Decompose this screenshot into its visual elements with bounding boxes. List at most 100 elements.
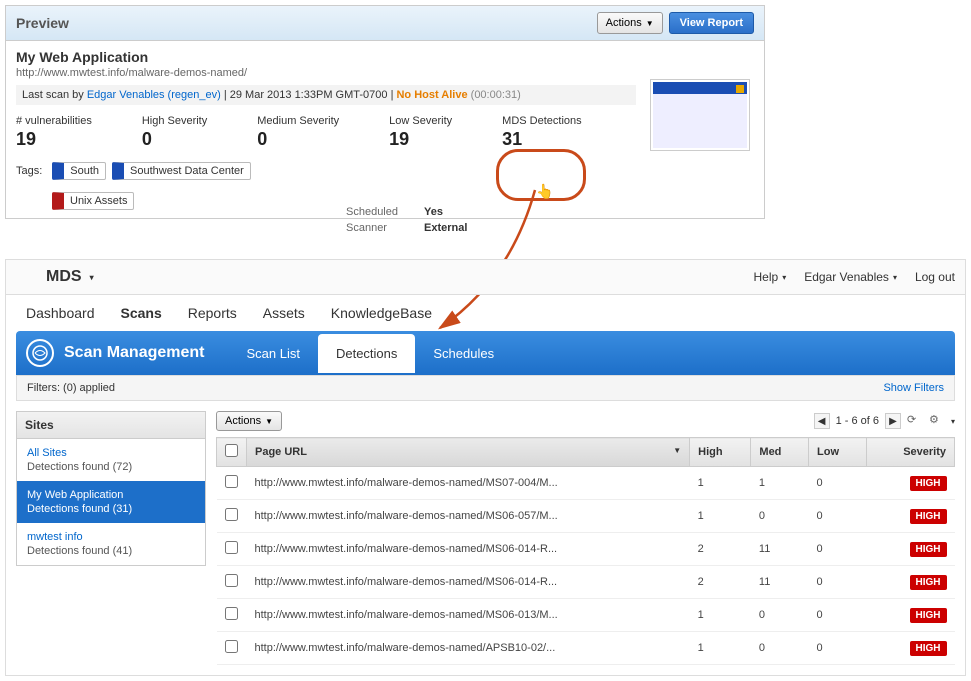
gear-icon[interactable]: ⚙ [929, 413, 945, 429]
cell-high: 1 [690, 632, 751, 665]
detections-table-area: Actions ▼ ◀ 1 - 6 of 6 ▶ ⟳ ⚙ ▾ Page URL … [216, 411, 955, 665]
nav-assets[interactable]: Assets [263, 305, 305, 321]
row-checkbox[interactable] [225, 574, 238, 587]
user-menu[interactable]: Edgar Venables ▾ [804, 270, 897, 284]
site-name: All Sites [27, 447, 195, 459]
stats-row: # vulnerabilities 19 High Severity 0 Med… [16, 115, 754, 150]
table-row[interactable]: http://www.mwtest.info/malware-demos-nam… [217, 599, 955, 632]
tab-detections[interactable]: Detections [318, 334, 415, 373]
preview-panel: Preview Actions ▼ View Report My Web App… [5, 5, 765, 219]
actions-label: Actions [225, 415, 261, 427]
severity-badge: HIGH [910, 575, 947, 590]
stat-label: # vulnerabilities [16, 115, 92, 127]
chevron-down-icon: ▾ [893, 273, 897, 282]
stat-value: 19 [16, 129, 92, 150]
table-row[interactable]: http://www.mwtest.info/malware-demos-nam… [217, 467, 955, 500]
row-checkbox[interactable] [225, 607, 238, 620]
site-name: mwtest info [27, 531, 195, 543]
site-name: My Web Application [27, 489, 195, 501]
stat-label: High Severity [142, 115, 207, 127]
logout-link[interactable]: Log out [915, 270, 955, 284]
nav-knowledgebase[interactable]: KnowledgeBase [331, 305, 432, 321]
row-checkbox[interactable] [225, 640, 238, 653]
table-row[interactable]: http://www.mwtest.info/malware-demos-nam… [217, 500, 955, 533]
pager-text: 1 - 6 of 6 [836, 415, 879, 427]
nav-dashboard[interactable]: Dashboard [26, 305, 95, 321]
nav-scans[interactable]: Scans [121, 305, 162, 321]
scan-date: 29 Mar 2013 1:33PM GMT-0700 [230, 89, 388, 101]
chevron-down-icon: ▼ [265, 417, 273, 426]
row-checkbox[interactable] [225, 508, 238, 521]
select-all-checkbox[interactable] [225, 444, 238, 457]
stat-value: 0 [142, 129, 207, 150]
row-checkbox[interactable] [225, 475, 238, 488]
cell-med: 0 [751, 632, 809, 665]
stat-mds-detections[interactable]: MDS Detections 31 [502, 115, 581, 150]
chevron-down-icon[interactable]: ▾ [951, 417, 955, 426]
tag[interactable]: Unix Assets [52, 192, 134, 210]
show-filters-link[interactable]: Show Filters [883, 382, 944, 394]
help-menu[interactable]: Help ▾ [754, 270, 787, 284]
cell-url: http://www.mwtest.info/malware-demos-nam… [247, 599, 690, 632]
site-count: Detections found (41) [27, 545, 195, 557]
table-row[interactable]: http://www.mwtest.info/malware-demos-nam… [217, 632, 955, 665]
tag[interactable]: South [52, 162, 106, 180]
site-item-all[interactable]: All Sites Detections found (72) [17, 439, 205, 481]
severity-badge: HIGH [910, 476, 947, 491]
stat-high: High Severity 0 [142, 115, 207, 150]
stat-low: Low Severity 19 [389, 115, 452, 150]
site-item-mwtest[interactable]: mwtest info Detections found (41) [17, 523, 205, 565]
refresh-icon[interactable]: ⟳ [907, 413, 923, 429]
preview-header: Preview Actions ▼ View Report [6, 6, 764, 41]
cell-high: 1 [690, 467, 751, 500]
cell-med: 11 [751, 533, 809, 566]
nav-reports[interactable]: Reports [188, 305, 237, 321]
cell-low: 0 [809, 500, 867, 533]
cell-low: 0 [809, 599, 867, 632]
actions-button[interactable]: Actions ▼ [597, 12, 663, 34]
col-severity[interactable]: Severity [866, 438, 954, 467]
pager-next[interactable]: ▶ [885, 413, 901, 429]
table-row[interactable]: http://www.mwtest.info/malware-demos-nam… [217, 566, 955, 599]
meta-info: ScheduledYes ScannerExternal [346, 206, 467, 238]
col-low[interactable]: Low [809, 438, 867, 467]
tag[interactable]: Southwest Data Center [112, 162, 251, 180]
last-scan-info: Last scan by Edgar Venables (regen_ev) |… [16, 85, 636, 105]
page-header-bar: Scan Management Scan List Detections Sch… [16, 331, 955, 375]
brand-label[interactable]: MDS [46, 268, 82, 286]
help-label: Help [754, 270, 779, 284]
scan-user-link[interactable]: Edgar Venables (regen_ev) [87, 89, 221, 101]
page-title: Scan Management [64, 344, 204, 362]
stat-medium: Medium Severity 0 [257, 115, 339, 150]
severity-badge: HIGH [910, 641, 947, 656]
table-actions-button[interactable]: Actions ▼ [216, 411, 282, 431]
sort-desc-icon: ▼ [673, 446, 681, 455]
topbar: MDS ▾ Help ▾ Edgar Venables ▾ Log out [6, 260, 965, 295]
stat-vulnerabilities: # vulnerabilities 19 [16, 115, 92, 150]
tab-scan-list[interactable]: Scan List [228, 334, 317, 373]
cell-med: 11 [751, 566, 809, 599]
page-thumbnail[interactable] [650, 79, 750, 151]
col-high[interactable]: High [690, 438, 751, 467]
scanner-value: External [424, 222, 467, 234]
cursor-icon: 👆 [536, 183, 553, 200]
severity-badge: HIGH [910, 542, 947, 557]
chevron-down-icon[interactable]: ▾ [90, 273, 94, 282]
cell-low: 0 [809, 467, 867, 500]
view-report-button[interactable]: View Report [669, 12, 754, 34]
cell-high: 1 [690, 500, 751, 533]
site-item-mywebapp[interactable]: My Web Application Detections found (31) [17, 481, 205, 523]
col-page-url[interactable]: Page URL ▼ [247, 438, 690, 467]
filters-applied: Filters: (0) applied [27, 382, 115, 394]
filter-bar: Filters: (0) applied Show Filters [16, 375, 955, 401]
scan-logo-icon [26, 339, 54, 367]
cell-url: http://www.mwtest.info/malware-demos-nam… [247, 467, 690, 500]
row-checkbox[interactable] [225, 541, 238, 554]
table-row[interactable]: http://www.mwtest.info/malware-demos-nam… [217, 533, 955, 566]
tab-schedules[interactable]: Schedules [415, 334, 512, 373]
chevron-down-icon: ▾ [782, 273, 786, 282]
pager-prev[interactable]: ◀ [814, 413, 830, 429]
col-med[interactable]: Med [751, 438, 809, 467]
user-name: Edgar Venables [804, 270, 889, 284]
app-url: http://www.mwtest.info/malware-demos-nam… [16, 67, 754, 79]
